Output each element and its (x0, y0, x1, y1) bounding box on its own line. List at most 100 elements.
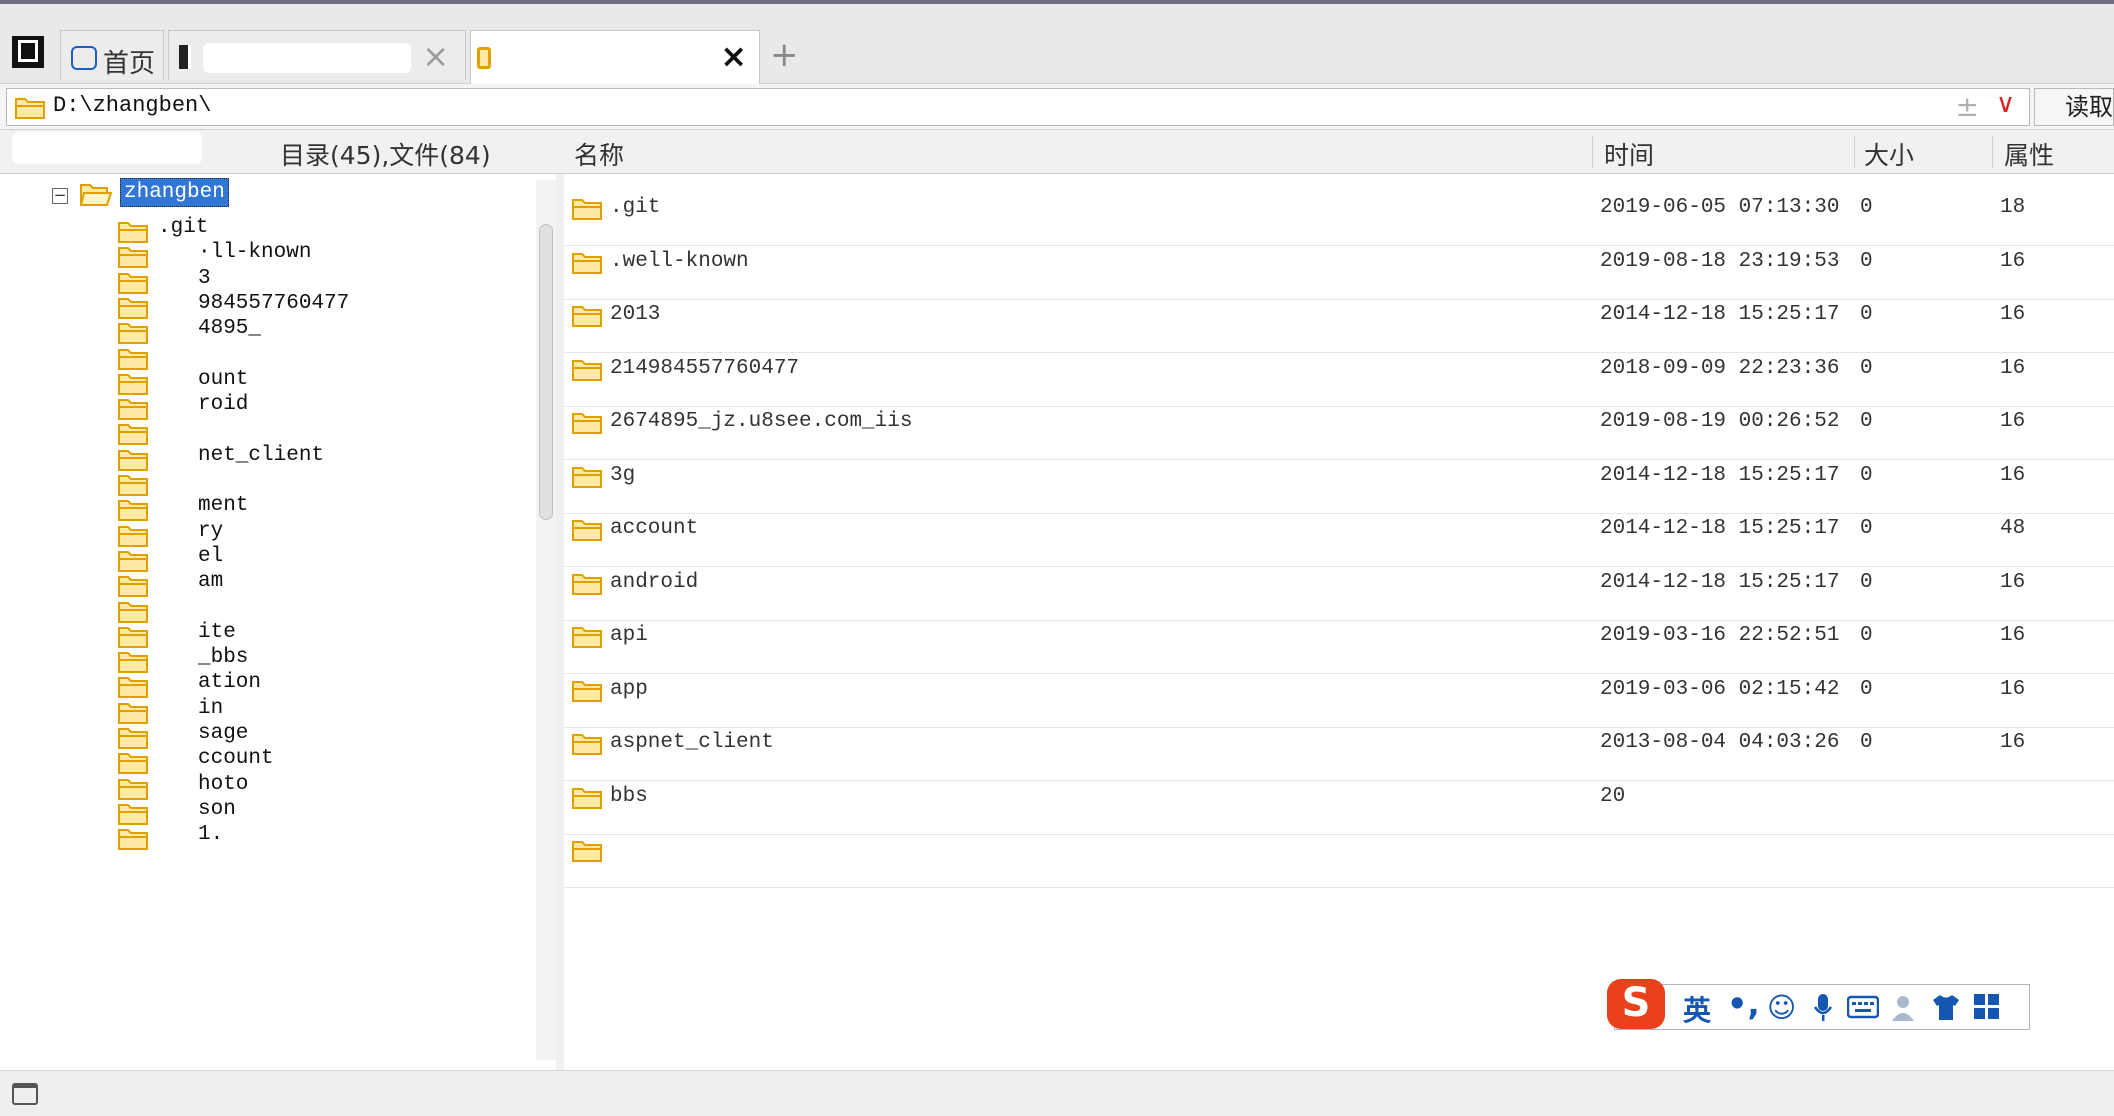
tree-item-label: 984557760477 (198, 291, 350, 315)
file-size: 0 (1860, 356, 1873, 380)
chevron-down-icon[interactable]: ∨ (1996, 89, 2015, 119)
grid-menu-icon[interactable] (1973, 993, 2001, 1021)
file-time: 2019-06-05 07:13:30 (1600, 196, 1840, 219)
column-header-size[interactable]: 大小 (1864, 136, 1914, 172)
pin-icon[interactable]: ± (1956, 90, 1979, 123)
ime-punctuation-toggle[interactable]: •, (1727, 985, 1760, 1023)
tab-title (203, 43, 411, 73)
file-time: 2014-12-18 15:25:17 (1600, 463, 1840, 487)
file-icon (179, 45, 191, 69)
column-divider[interactable] (1992, 136, 1993, 168)
file-size: 0 (1860, 303, 1873, 326)
file-name: .well-known (610, 249, 749, 273)
folder-icon (118, 373, 148, 395)
ime-logo-icon[interactable]: S (1607, 979, 1665, 1029)
tree-item-label: am (198, 570, 224, 594)
smiley-icon[interactable]: ☺ (1767, 993, 1796, 1023)
pane-splitter[interactable] (556, 174, 564, 1070)
folder-icon (118, 677, 148, 699)
tree-root-label: zhangben (120, 178, 229, 207)
tree-item-label: ation (198, 671, 262, 695)
user-icon[interactable] (1891, 993, 1919, 1023)
path-input[interactable]: D:\zhangben\ ± ∨ (6, 88, 2030, 126)
close-tab-icon[interactable]: × (422, 40, 449, 72)
file-time: 2019-08-19 00:26:52 (1600, 410, 1840, 433)
read-button[interactable]: 读取 (2034, 88, 2114, 126)
file-size: 0 (1860, 731, 1873, 754)
folder-icon (572, 787, 602, 809)
file-size: 0 (1860, 196, 1873, 219)
column-divider[interactable] (1854, 136, 1855, 168)
file-size: 0 (1860, 624, 1873, 647)
folder-icon (118, 348, 148, 370)
tree-item-label: _bbs (198, 646, 249, 670)
folder-icon (118, 222, 148, 243)
folder-icon (118, 475, 148, 496)
file-attr: 16 (2000, 677, 2026, 701)
folder-icon (15, 98, 45, 119)
ime-language-toggle[interactable]: 英 (1683, 989, 1711, 1029)
file-name: .git (610, 196, 661, 219)
tree-item-label: roid (198, 393, 249, 417)
tab-home[interactable]: 首页 (60, 30, 164, 80)
file-attr: 48 (2000, 517, 2026, 540)
folder-icon (572, 413, 602, 434)
tab-folder-active[interactable]: × (470, 30, 760, 84)
keyboard-icon[interactable] (1847, 995, 1879, 1019)
file-size: 0 (1860, 410, 1873, 433)
folder-icon (118, 297, 148, 319)
folder-icon (118, 576, 148, 598)
folder-icon (118, 626, 148, 648)
tree-item-label: 1. (198, 823, 224, 847)
folder-icon (118, 323, 148, 345)
file-name: 2013 (610, 303, 661, 326)
file-row[interactable] (564, 816, 2114, 888)
folder-icon (572, 252, 602, 274)
file-time: 2019-03-06 02:15:42 (1600, 677, 1840, 701)
skin-shirt-icon[interactable] (1931, 993, 1961, 1021)
file-time: 2014-12-18 15:25:17 (1600, 517, 1840, 540)
microphone-icon[interactable] (1813, 993, 1833, 1023)
file-size: 0 (1860, 517, 1873, 540)
column-divider[interactable] (1592, 136, 1593, 168)
file-attr: 16 (2000, 570, 2026, 594)
tree-scrollbar[interactable] (536, 180, 556, 1060)
folder-icon (118, 525, 148, 547)
column-header-name[interactable]: 名称 (574, 136, 624, 172)
file-size: 0 (1860, 677, 1873, 701)
window-icon[interactable] (12, 1083, 38, 1105)
folder-icon (477, 47, 491, 69)
collapse-icon[interactable]: − (52, 188, 68, 204)
scrollbar-thumb[interactable] (539, 224, 553, 520)
file-name: 214984557760477 (610, 356, 800, 380)
file-size: 0 (1860, 463, 1873, 487)
folder-icon (118, 424, 148, 446)
tree-item-label: son (198, 797, 236, 821)
file-time: 2018-09-09 22:23:36 (1600, 356, 1840, 380)
new-tab-button[interactable]: + (770, 38, 799, 72)
close-tab-icon[interactable]: × (720, 40, 747, 72)
tree-filter-input[interactable] (12, 132, 202, 164)
folder-open-icon (80, 184, 112, 206)
address-bar: D:\zhangben\ ± ∨ 读取 (0, 84, 2114, 130)
folder-icon (118, 829, 148, 851)
folder-icon (118, 601, 148, 623)
tree-item-label: net_client (198, 443, 325, 467)
tree-item-label: 3 (198, 266, 211, 290)
folder-icon (572, 680, 602, 702)
app-logo-icon[interactable] (12, 36, 44, 68)
column-header-time[interactable]: 时间 (1604, 136, 1654, 172)
tree-item-label: ite (198, 620, 236, 644)
folder-icon (572, 520, 602, 541)
folder-icon (572, 627, 602, 648)
list-header: 目录(45),文件(84) 名称 时间 大小 属性 (0, 130, 2114, 174)
folder-icon (118, 753, 148, 775)
file-time: 20 (1600, 784, 1626, 808)
file-attr: 16 (2000, 249, 2026, 273)
column-header-attr[interactable]: 属性 (2004, 136, 2054, 172)
folder-icon (572, 359, 602, 381)
tab-file[interactable]: × (168, 30, 466, 80)
ime-toolbar[interactable]: S 英 •, ☺ (1607, 979, 2030, 1030)
file-name: api (610, 624, 648, 647)
file-attr: 16 (2000, 356, 2026, 380)
